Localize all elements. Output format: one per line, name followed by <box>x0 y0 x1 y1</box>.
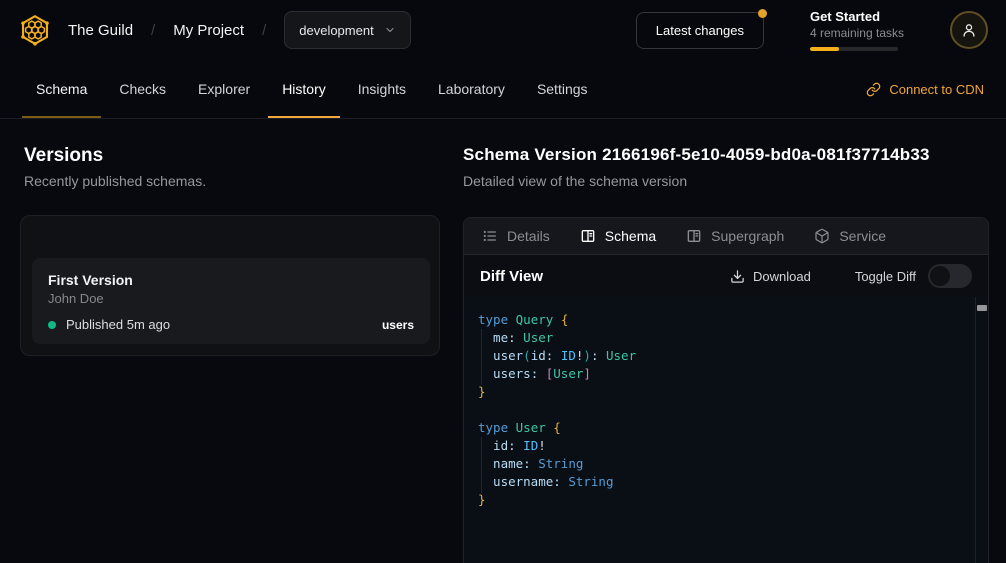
schema-code-view[interactable]: type Query { me: User user(id: ID!): Use… <box>464 297 988 563</box>
code-scrollbar <box>975 297 988 563</box>
code-scrollbar-thumb[interactable] <box>977 305 987 311</box>
detail-tab-label: Details <box>507 228 550 244</box>
chevron-down-icon <box>384 24 396 36</box>
primary-nav: SchemaChecksExplorerHistoryInsightsLabor… <box>20 60 604 118</box>
diff-view-header: Diff View Download Toggle Diff <box>464 255 988 297</box>
detail-tab-label: Schema <box>605 228 656 244</box>
code-line: user(id: ID!): User <box>478 347 968 365</box>
code-line: } <box>478 491 968 509</box>
code-line: username: String <box>478 473 968 491</box>
schema-code: type Query { me: User user(id: ID!): Use… <box>464 297 988 509</box>
get-started-progress-fill <box>810 47 839 51</box>
tab-laboratory[interactable]: Laboratory <box>422 60 521 118</box>
org-name[interactable]: The Guild <box>68 22 133 39</box>
published-status-dot <box>48 321 56 329</box>
detail-tab-service[interactable]: Service <box>814 228 886 244</box>
toggle-diff-switch[interactable] <box>928 264 972 288</box>
guild-logo-icon[interactable] <box>16 11 54 49</box>
version-name: First Version <box>48 272 414 288</box>
get-started-widget[interactable]: Get Started 4 remaining tasks <box>810 9 904 51</box>
detail-tab-label: Supergraph <box>711 228 784 244</box>
breadcrumb-separator: / <box>151 22 155 39</box>
toggle-diff-label: Toggle Diff <box>855 269 916 284</box>
schema-version-title: Schema Version 2166196f-5e10-4059-bd0a-0… <box>463 145 930 165</box>
detail-tab-supergraph[interactable]: Supergraph <box>686 228 784 244</box>
code-line: } <box>478 383 968 401</box>
versions-subtitle: Recently published schemas. <box>24 173 206 189</box>
version-status: Published 5m ago <box>66 317 170 332</box>
columns-icon <box>580 228 596 244</box>
breadcrumb-separator: / <box>262 22 266 39</box>
version-author: John Doe <box>48 291 414 306</box>
indent-guide <box>481 329 482 385</box>
app-header: The Guild / My Project / development Lat… <box>0 0 1006 60</box>
code-line: me: User <box>478 329 968 347</box>
cube-icon <box>814 228 830 244</box>
columns-icon <box>686 228 702 244</box>
version-list-item[interactable]: First Version John Doe Published 5m ago … <box>32 258 430 344</box>
tab-explorer[interactable]: Explorer <box>182 60 266 118</box>
person-icon <box>960 21 978 39</box>
tab-schema[interactable]: Schema <box>20 60 103 118</box>
target-selector[interactable]: development <box>284 11 410 49</box>
notification-dot <box>758 9 767 18</box>
schema-version-subtitle: Detailed view of the schema version <box>463 173 687 189</box>
tab-history[interactable]: History <box>266 60 342 118</box>
versions-title: Versions <box>24 145 103 167</box>
get-started-progress-bar <box>810 47 898 51</box>
user-avatar[interactable] <box>950 11 988 49</box>
code-line: type User { <box>478 419 968 437</box>
latest-changes-button[interactable]: Latest changes <box>636 12 764 49</box>
project-name[interactable]: My Project <box>173 22 244 39</box>
tab-settings[interactable]: Settings <box>521 60 604 118</box>
indent-guide <box>481 437 482 493</box>
diff-view-title: Diff View <box>480 268 543 285</box>
toggle-knob <box>930 266 950 286</box>
tab-insights[interactable]: Insights <box>342 60 422 118</box>
code-line <box>478 401 968 419</box>
download-button[interactable]: Download <box>730 269 811 284</box>
code-line: name: String <box>478 455 968 473</box>
detail-tab-label: Service <box>839 228 886 244</box>
breadcrumb: The Guild / My Project / development <box>68 11 411 49</box>
detail-tab-details[interactable]: Details <box>482 228 550 244</box>
versions-card: First Version John Doe Published 5m ago … <box>20 215 440 356</box>
target-selector-value: development <box>299 23 373 38</box>
primary-nav-bar: SchemaChecksExplorerHistoryInsightsLabor… <box>0 60 1006 119</box>
version-status-row: Published 5m ago users <box>48 317 414 332</box>
connect-to-cdn-link[interactable]: Connect to CDN <box>866 60 984 118</box>
service-badge: users <box>382 318 414 332</box>
header-right: Latest changes Get Started 4 remaining t… <box>636 9 988 51</box>
get-started-title: Get Started <box>810 9 904 24</box>
app-root: The Guild / My Project / development Lat… <box>0 0 1006 563</box>
code-line: users: [User] <box>478 365 968 383</box>
code-line: id: ID! <box>478 437 968 455</box>
detail-tab-schema[interactable]: Schema <box>580 228 656 244</box>
code-line: type Query { <box>478 311 968 329</box>
list-icon <box>482 228 498 244</box>
version-detail-panel: Details Schema Supergraph Service Diff View… <box>463 217 989 563</box>
get-started-subtitle: 4 remaining tasks <box>810 26 904 40</box>
diff-view-actions: Download Toggle Diff <box>730 264 972 288</box>
detail-tabs: Details Schema Supergraph Service <box>464 218 988 255</box>
download-icon <box>730 269 745 284</box>
link-icon <box>866 82 881 97</box>
tab-checks[interactable]: Checks <box>103 60 182 118</box>
